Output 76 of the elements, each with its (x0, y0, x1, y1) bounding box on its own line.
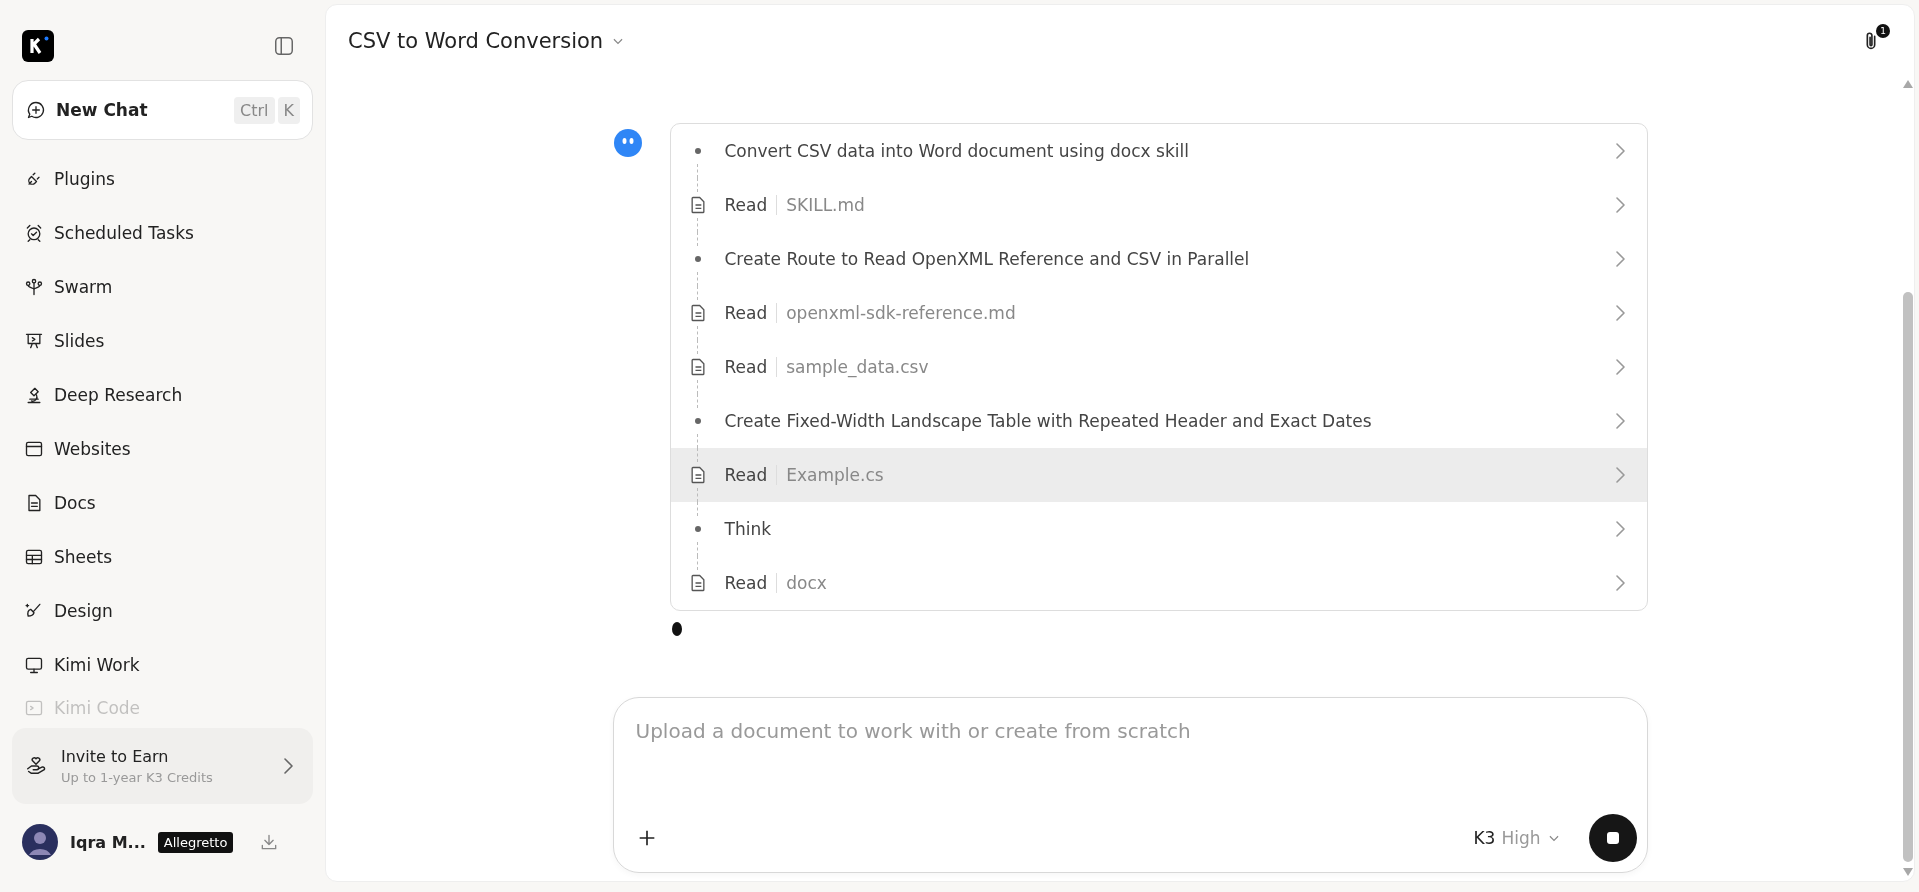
stop-button[interactable] (1588, 814, 1637, 862)
new-chat-label: New Chat (56, 100, 149, 120)
step-action: Read (724, 303, 778, 323)
chat-plus-icon (26, 100, 46, 120)
invite-subtitle: Up to 1-year K3 Credits (61, 770, 214, 785)
bullet-icon (694, 418, 701, 424)
sidebar-item[interactable]: Docs (12, 476, 313, 530)
plan-badge: Allegretto (157, 831, 234, 853)
file-name: sample_data.csv (785, 357, 930, 377)
download-icon[interactable] (259, 832, 279, 852)
chevron-right-icon (1615, 359, 1625, 375)
chevron-right-icon (1615, 197, 1625, 213)
chevron-right-icon (1615, 413, 1625, 429)
step-action: Read (724, 195, 778, 215)
chevron-right-icon (1615, 575, 1625, 591)
step-action: Read (724, 573, 778, 593)
sidebar-toggle-icon[interactable] (273, 35, 295, 57)
step-row[interactable]: Convert CSV data into Word document using docx skill (670, 124, 1647, 178)
stop-icon (1605, 831, 1620, 845)
step-row[interactable]: Think (670, 502, 1647, 556)
step-action: Read (724, 465, 778, 485)
step-row[interactable]: Read openxml-sdk-reference.md (670, 286, 1647, 340)
user-avatar-icon[interactable] (22, 824, 58, 860)
message-composer[interactable]: Upload a document to work with or create from scratch K3 High (612, 697, 1648, 873)
sidebar-item[interactable]: Scheduled Tasks (12, 206, 313, 260)
step-row[interactable]: Read docx (670, 556, 1647, 610)
monitor-icon (24, 655, 44, 675)
invite-title: Invite to Earn (61, 747, 170, 766)
chevron-right-icon (1615, 467, 1625, 483)
sidebar-item[interactable]: Deep Research (12, 368, 313, 422)
hand-heart-icon (25, 755, 47, 777)
alarm-clock-icon (24, 223, 44, 243)
user-name: Iqra M... (70, 832, 146, 852)
sidebar-item[interactable]: Sheets (12, 530, 313, 584)
conversation-title-dropdown[interactable]: CSV to Word Conversion (348, 29, 626, 53)
bullet-icon (694, 256, 701, 262)
sidebar-item[interactable]: Websites (12, 422, 313, 476)
chevron-right-icon (1615, 305, 1625, 321)
bullet-icon (694, 148, 701, 154)
file-name: Example.cs (785, 465, 885, 485)
keyboard-key: K (277, 96, 300, 124)
chevron-right-icon (284, 758, 293, 774)
typing-indicator-icon (670, 621, 683, 637)
file-name: openxml-sdk-reference.md (785, 303, 1017, 323)
sidebar-item[interactable]: Kimi Work (12, 638, 313, 692)
sidebar-item[interactable]: Plugins (12, 152, 313, 206)
step-text: Think (724, 519, 772, 539)
step-row[interactable]: Read sample_data.csv (670, 340, 1647, 394)
chevron-right-icon (1615, 521, 1625, 537)
assistant-avatar-icon (612, 128, 643, 158)
sidebar-item[interactable]: Swarm (12, 260, 313, 314)
sidebar-item[interactable]: Design (12, 584, 313, 638)
browser-window-icon (24, 439, 44, 459)
file-name: SKILL.md (785, 195, 866, 215)
model-selector[interactable]: K3 High (1473, 828, 1561, 848)
step-row[interactable]: Create Route to Read OpenXML Reference and CSV in Parallel (670, 232, 1647, 286)
chevron-right-icon (1615, 251, 1625, 267)
step-text: Convert CSV data into Word document using docx skill (724, 141, 1190, 161)
keyboard-key: Ctrl (234, 96, 275, 124)
invite-card[interactable]: Invite to Earn Up to 1-year K3 Credits (12, 728, 313, 804)
kimi-logo-icon[interactable] (22, 30, 54, 62)
chevron-right-icon (1615, 143, 1625, 159)
nodes-icon (24, 277, 44, 297)
new-chat-button[interactable]: New Chat Ctrl K (12, 80, 313, 140)
step-text: Create Route to Read OpenXML Reference and CSV in Parallel (724, 249, 1251, 269)
sidebar-item[interactable]: Slides (12, 314, 313, 368)
step-text: Create Fixed-Width Landscape Table with Repeated Header and Exact Dates (724, 411, 1373, 431)
count-badge: 1 (1876, 24, 1890, 38)
table-icon (24, 547, 44, 567)
file-name: docx (785, 573, 828, 593)
bullet-icon (694, 526, 701, 532)
terminal-icon (24, 698, 44, 718)
step-row[interactable]: Read SKILL.md (670, 178, 1647, 232)
step-row[interactable]: Read Example.cs (670, 448, 1647, 502)
step-action: Read (724, 357, 778, 377)
presentation-icon (24, 331, 44, 351)
